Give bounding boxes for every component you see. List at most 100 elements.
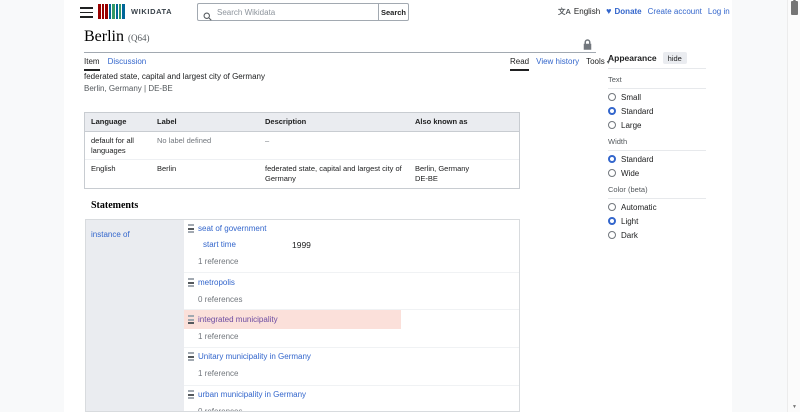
appearance-panel: Appearance hide Text Small Standard Larg…	[608, 52, 706, 245]
donate-link[interactable]: ♥ Donate	[606, 6, 642, 17]
wikidata-logo-bars-icon	[98, 4, 125, 19]
search-button[interactable]: Search	[379, 3, 409, 21]
language-label: English	[573, 7, 601, 16]
references-toggle[interactable]: 1 reference	[198, 332, 238, 341]
statement-value-link[interactable]: integrated municipality	[198, 315, 278, 324]
rank-selector-icon[interactable]	[188, 390, 194, 399]
col-label: Label	[151, 113, 259, 131]
references-toggle[interactable]: 0 references	[198, 295, 242, 304]
title-divider	[84, 52, 596, 53]
col-language: Language	[85, 113, 151, 131]
create-account-link[interactable]: Create account	[648, 7, 702, 16]
scroll-down-icon[interactable]: ▼	[788, 404, 800, 410]
qualifier-value: 1999	[292, 240, 311, 250]
section-label: Color (beta)	[608, 185, 706, 199]
title-row: Berlin (Q64)	[84, 28, 150, 46]
rank-selector-deprecated-icon[interactable]	[188, 315, 194, 324]
appearance-section-text: Text Small Standard Large	[608, 75, 706, 131]
radio-icon[interactable]	[608, 231, 616, 239]
rank-selector-icon[interactable]	[188, 352, 194, 361]
wikidata-page: WIKIDATA Search 文A English ♥ Donate Crea…	[64, 0, 732, 412]
radio-color-automatic[interactable]: Automatic	[608, 201, 706, 213]
radio-width-standard[interactable]: Standard	[608, 153, 706, 165]
radio-color-dark[interactable]: Dark	[608, 229, 706, 241]
table-row: default for all languages No label defin…	[85, 130, 519, 160]
appearance-hide-button[interactable]: hide	[662, 52, 687, 64]
cell-label: No label defined	[157, 135, 212, 145]
radio-icon[interactable]	[608, 203, 616, 211]
statement-integrated-municipality: integrated municipality 1 reference	[184, 310, 519, 348]
language-icon: 文A	[558, 7, 571, 16]
terms-table-header: Language Label Description Also known as	[85, 113, 519, 131]
radio-checked-icon[interactable]	[608, 107, 616, 115]
radio-width-wide[interactable]: Wide	[608, 167, 706, 179]
wikidata-logo-text: WIKIDATA	[131, 7, 173, 16]
radio-text-standard[interactable]: Standard	[608, 105, 706, 117]
qualifier-property-link[interactable]: start time	[203, 240, 236, 249]
entity-id: (Q64)	[128, 33, 150, 43]
tools-menu[interactable]: Tools ▾	[586, 57, 610, 71]
cell-description: –	[265, 135, 270, 145]
language-selector[interactable]: 文A English	[558, 6, 600, 17]
statement-urban-municipality: urban municipality in Germany 0 referenc…	[184, 386, 519, 411]
terms-table: Language Label Description Also known as…	[84, 112, 520, 189]
cell-aka: Berlin, Germany DE-BE	[415, 164, 470, 183]
search-bar: Search	[197, 3, 409, 21]
statements-heading: Statements	[91, 200, 139, 211]
radio-text-large[interactable]: Large	[608, 119, 706, 131]
appearance-section-width: Width Standard Wide	[608, 137, 706, 179]
radio-icon[interactable]	[608, 93, 616, 101]
statement-seat-of-government: seat of government start time 1999 1 ref…	[184, 220, 519, 273]
tab-read[interactable]: Read	[510, 57, 530, 71]
login-link[interactable]: Log in	[708, 7, 730, 16]
property-link-instance-of[interactable]: instance of	[91, 230, 130, 239]
radio-checked-icon[interactable]	[608, 217, 616, 225]
statement-value-link[interactable]: seat of government	[198, 224, 266, 233]
tab-item[interactable]: Item	[84, 57, 100, 71]
col-also-known-as: Also known as	[409, 113, 519, 131]
heart-icon: ♥	[606, 6, 612, 16]
cell-description: federated state, capital and largest cit…	[265, 164, 402, 183]
radio-color-light[interactable]: Light	[608, 215, 706, 227]
donate-label: Donate	[614, 7, 642, 16]
rank-selector-icon[interactable]	[188, 224, 194, 233]
statement-list: seat of government start time 1999 1 ref…	[184, 220, 519, 411]
statements-group: instance of seat of government start tim…	[85, 219, 520, 412]
vertical-scrollbar[interactable]: ▲ ▼	[787, 0, 800, 412]
browser-viewport: WIKIDATA Search 文A English ♥ Donate Crea…	[0, 0, 800, 412]
statement-metropolis: metropolis 0 references	[184, 273, 519, 310]
appearance-section-color: Color (beta) Automatic Light Dark	[608, 185, 706, 241]
references-toggle[interactable]: 0 references	[198, 407, 242, 411]
entity-aliases: Berlin, Germany | DE-BE	[84, 84, 173, 93]
page-tabs: Item Discussion	[84, 57, 146, 71]
section-label: Width	[608, 137, 706, 151]
header-user-links: 文A English ♥ Donate Create account Log i…	[558, 6, 730, 17]
radio-icon[interactable]	[608, 121, 616, 129]
view-tabs: Read View history Tools ▾	[510, 57, 610, 71]
tab-discussion[interactable]: Discussion	[108, 57, 147, 71]
section-label: Text	[608, 75, 706, 89]
search-icon	[203, 8, 212, 26]
table-row: English Berlin federated state, capital …	[85, 159, 519, 188]
statement-value-link[interactable]: Unitary municipality in Germany	[198, 352, 311, 361]
statement-value-link[interactable]: urban municipality in Germany	[198, 390, 306, 399]
rank-selector-icon[interactable]	[188, 278, 194, 287]
entity-description: federated state, capital and largest cit…	[84, 72, 265, 81]
search-input[interactable]	[197, 3, 379, 21]
col-description: Description	[259, 113, 409, 131]
references-toggle[interactable]: 1 reference	[198, 257, 238, 266]
radio-icon[interactable]	[608, 169, 616, 177]
menu-icon[interactable]	[80, 7, 94, 18]
cell-label: Berlin	[157, 164, 177, 174]
scrollbar-thumb[interactable]	[791, 1, 798, 15]
wikidata-logo[interactable]: WIKIDATA	[98, 4, 172, 19]
statement-unitary-municipality: Unitary municipality in Germany 1 refere…	[184, 348, 519, 386]
statement-value-link[interactable]: metropolis	[198, 278, 235, 287]
tab-view-history[interactable]: View history	[536, 57, 579, 71]
appearance-header: Appearance hide	[608, 52, 706, 69]
radio-checked-icon[interactable]	[608, 155, 616, 163]
radio-text-small[interactable]: Small	[608, 91, 706, 103]
references-toggle[interactable]: 1 reference	[198, 369, 238, 378]
page-title: Berlin	[84, 28, 124, 45]
cell-language: English	[91, 164, 116, 174]
